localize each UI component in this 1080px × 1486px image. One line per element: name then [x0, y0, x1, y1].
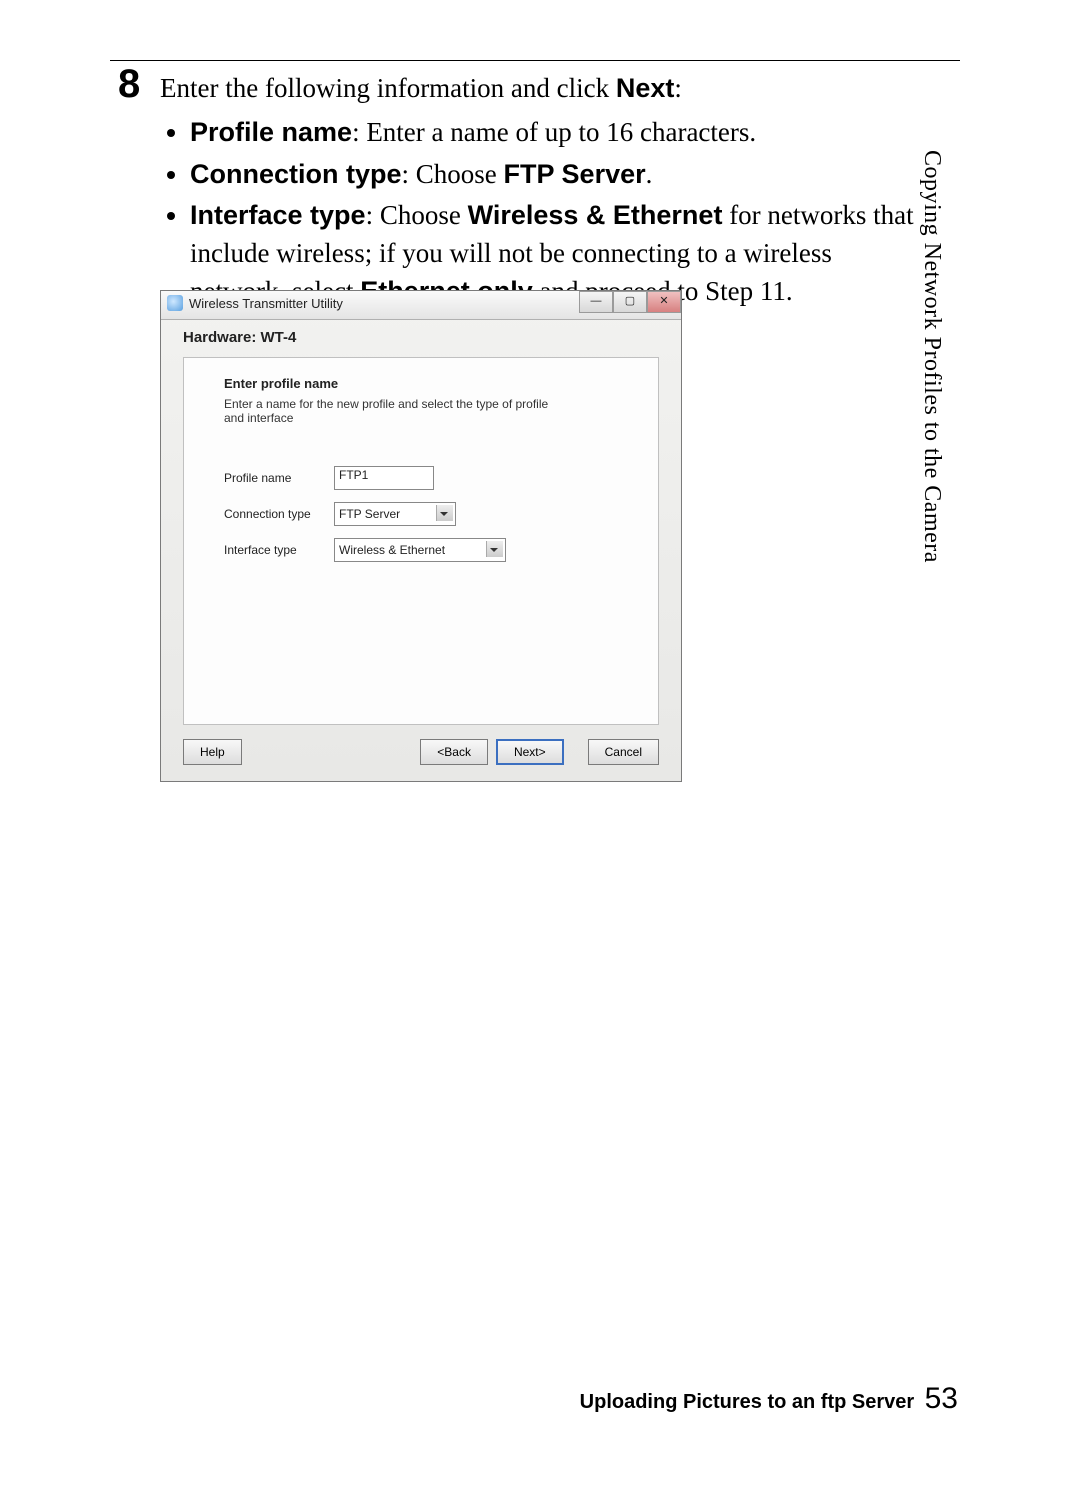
instruction-text: Enter the following information and clic…	[160, 70, 930, 315]
connection-type-value: FTP Server	[339, 507, 400, 521]
bullet3-bold1: Wireless & Ethernet	[468, 200, 723, 230]
footer-title: Uploading Pictures to an ftp Server	[580, 1391, 915, 1413]
label-profile-name: Profile name	[224, 471, 334, 485]
cancel-button[interactable]: Cancel	[588, 739, 659, 765]
page-number: 53	[925, 1382, 958, 1415]
connection-type-select[interactable]: FTP Server	[334, 502, 456, 526]
titlebar[interactable]: Wireless Transmitter Utility — ▢ ✕	[161, 291, 681, 320]
page-footer: Uploading Pictures to an ftp Server 53	[580, 1382, 958, 1416]
bullet2-bold: FTP Server	[504, 159, 646, 189]
bullet2-post: .	[646, 159, 653, 189]
label-interface-type: Interface type	[224, 543, 334, 557]
bullet2-mid: : Choose	[402, 159, 504, 189]
window-title: Wireless Transmitter Utility	[189, 296, 343, 311]
label-connection-type: Connection type	[224, 507, 334, 521]
interface-type-value: Wireless & Ethernet	[339, 543, 445, 557]
interface-type-select[interactable]: Wireless & Ethernet	[334, 538, 506, 562]
app-icon	[167, 295, 183, 311]
intro-colon: :	[674, 73, 682, 103]
bullet3-label: Interface type	[190, 200, 366, 230]
content-panel: Enter profile name Enter a name for the …	[183, 357, 659, 725]
help-button[interactable]: Help	[183, 739, 242, 765]
bullet1-text: : Enter a name of up to 16 characters.	[352, 117, 756, 147]
top-rule	[110, 60, 960, 61]
intro-next: Next	[616, 73, 675, 103]
bullet1-label: Profile name	[190, 117, 352, 147]
panel-subtext: Enter a name for the new profile and sel…	[224, 397, 564, 426]
bullet2-label: Connection type	[190, 159, 402, 189]
close-button[interactable]: ✕	[647, 291, 681, 313]
next-button[interactable]: Next>	[496, 739, 564, 765]
profile-name-input[interactable]: FTP1	[334, 466, 434, 490]
intro-text: Enter the following information and clic…	[160, 73, 616, 103]
side-tab-label: Copying Network Profiles to the Camera	[918, 150, 945, 563]
dialog-window: Wireless Transmitter Utility — ▢ ✕ Hardw…	[160, 290, 682, 782]
hardware-label: Hardware: WT-4	[183, 329, 296, 346]
bullet3-mid: : Choose	[366, 200, 468, 230]
minimize-button[interactable]: —	[579, 291, 613, 313]
panel-heading: Enter profile name	[224, 376, 618, 391]
step-number: 8	[118, 62, 140, 107]
back-button[interactable]: <Back	[420, 739, 488, 765]
maximize-button[interactable]: ▢	[613, 291, 647, 313]
